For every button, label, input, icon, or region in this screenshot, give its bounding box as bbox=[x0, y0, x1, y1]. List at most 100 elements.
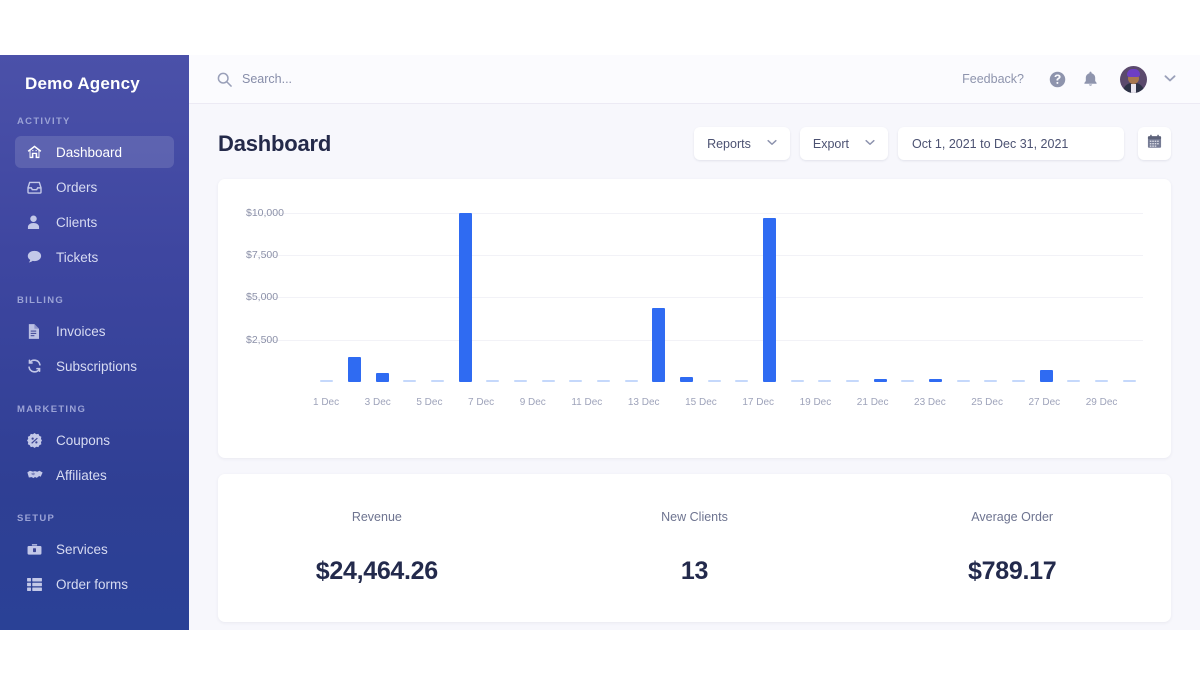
chart-bar-slot[interactable] bbox=[728, 201, 756, 382]
chart-bar-slot[interactable] bbox=[1032, 201, 1060, 382]
chart-bar-slot[interactable] bbox=[341, 201, 369, 382]
chart-bar-slot[interactable] bbox=[1005, 201, 1033, 382]
chart-bar[interactable] bbox=[569, 380, 582, 383]
chart-bar-slot[interactable] bbox=[424, 201, 452, 382]
chart-bar[interactable] bbox=[1040, 370, 1053, 382]
sidebar-item-tickets[interactable]: Tickets bbox=[15, 241, 174, 273]
chart-bar[interactable] bbox=[542, 380, 555, 383]
chart-bar[interactable] bbox=[597, 380, 610, 383]
chart-bar-slot[interactable] bbox=[645, 201, 673, 382]
chart-bar[interactable] bbox=[348, 357, 361, 382]
chart-bar-slot[interactable] bbox=[673, 201, 701, 382]
chart-bar[interactable] bbox=[652, 308, 665, 382]
chart-bar-slot[interactable] bbox=[479, 201, 507, 382]
sidebar-item-label: Clients bbox=[56, 215, 97, 230]
brand-title: Demo Agency bbox=[0, 65, 189, 94]
export-button[interactable]: Export bbox=[800, 127, 888, 160]
chart-bar[interactable] bbox=[901, 380, 914, 383]
chart-bar-slot[interactable] bbox=[700, 201, 728, 382]
chart-bar[interactable] bbox=[403, 380, 416, 383]
stat-label: New Clients bbox=[536, 510, 854, 524]
chart-x-tick-label: 25 Dec bbox=[971, 397, 1003, 408]
chart-bar-slot[interactable] bbox=[507, 201, 535, 382]
chart-bar[interactable] bbox=[514, 380, 527, 383]
stat-label: Average Order bbox=[853, 510, 1171, 524]
chart-bar[interactable] bbox=[431, 380, 444, 383]
chart-bar[interactable] bbox=[625, 380, 638, 383]
chart-bar[interactable] bbox=[1123, 380, 1136, 383]
chart-bar-slot[interactable] bbox=[783, 201, 811, 382]
chart-bar[interactable] bbox=[735, 380, 748, 383]
chart-bar-slot[interactable] bbox=[396, 201, 424, 382]
chart-x-tick-label: . bbox=[774, 397, 800, 408]
sidebar-item-order-forms[interactable]: Order forms bbox=[15, 568, 174, 600]
chart-bar-slot[interactable] bbox=[811, 201, 839, 382]
chart-bar-slot[interactable] bbox=[977, 201, 1005, 382]
chart-bar-slot[interactable] bbox=[534, 201, 562, 382]
chevron-down-icon[interactable] bbox=[1164, 70, 1176, 88]
chart-y-tick-label: $2,500 bbox=[246, 334, 278, 346]
sidebar-item-invoices[interactable]: Invoices bbox=[15, 315, 174, 347]
chart-bar[interactable] bbox=[984, 380, 997, 383]
sidebar-item-dashboard[interactable]: Dashboard bbox=[15, 136, 174, 168]
sidebar-item-label: Coupons bbox=[56, 433, 110, 448]
date-range-input[interactable]: Oct 1, 2021 to Dec 31, 2021 bbox=[898, 127, 1124, 160]
calendar-button[interactable] bbox=[1138, 127, 1171, 160]
inbox-icon bbox=[27, 179, 47, 195]
chart-bar[interactable] bbox=[791, 380, 804, 383]
chart-x-tick-label: . bbox=[1117, 397, 1143, 408]
toolbox-icon bbox=[27, 541, 47, 557]
chart-bar[interactable] bbox=[957, 380, 970, 383]
home-icon bbox=[27, 144, 47, 160]
stat-label: Revenue bbox=[218, 510, 536, 524]
chart-bar[interactable] bbox=[708, 380, 721, 383]
chart-bar[interactable] bbox=[1095, 380, 1108, 383]
feedback-link[interactable]: Feedback? bbox=[962, 72, 1024, 86]
chart-bar-slot[interactable] bbox=[866, 201, 894, 382]
chart-bar-slot[interactable] bbox=[590, 201, 618, 382]
sidebar-item-affiliates[interactable]: Affiliates bbox=[15, 459, 174, 491]
avatar[interactable] bbox=[1120, 66, 1147, 93]
chart-bar[interactable] bbox=[763, 218, 776, 382]
chart-bar-slot[interactable] bbox=[617, 201, 645, 382]
chart-bar-slot[interactable] bbox=[949, 201, 977, 382]
chart-bar[interactable] bbox=[1067, 380, 1080, 383]
chart-x-tick-label: 13 Dec bbox=[628, 397, 660, 408]
chart-bar[interactable] bbox=[818, 380, 831, 383]
chart-bar-slot[interactable] bbox=[1060, 201, 1088, 382]
chart-bar[interactable] bbox=[929, 379, 942, 382]
chart-x-axis: 1 Dec.3 Dec.5 Dec.7 Dec.9 Dec.11 Dec.13 … bbox=[313, 397, 1143, 408]
chart-bar[interactable] bbox=[320, 380, 333, 383]
reports-button[interactable]: Reports bbox=[694, 127, 790, 160]
sidebar-item-clients[interactable]: Clients bbox=[15, 206, 174, 238]
chart-bar-slot[interactable] bbox=[368, 201, 396, 382]
chart-bar-slot[interactable] bbox=[756, 201, 784, 382]
chart-x-tick-label: 29 Dec bbox=[1086, 397, 1118, 408]
chart-bar-slot[interactable] bbox=[1115, 201, 1143, 382]
chart-bar[interactable] bbox=[486, 380, 499, 383]
chart-bar[interactable] bbox=[846, 380, 859, 383]
chart-bar[interactable] bbox=[1012, 380, 1025, 383]
chart-bar-slot[interactable] bbox=[313, 201, 341, 382]
chart-bar-slot[interactable] bbox=[894, 201, 922, 382]
chart-bar-slot[interactable] bbox=[839, 201, 867, 382]
bell-icon[interactable] bbox=[1083, 71, 1098, 87]
chart-bar[interactable] bbox=[376, 373, 389, 382]
sidebar-item-orders[interactable]: Orders bbox=[15, 171, 174, 203]
badge-percent-icon bbox=[27, 432, 47, 448]
chart-y-tick-label: $10,000 bbox=[246, 207, 284, 219]
sidebar-item-subscriptions[interactable]: Subscriptions bbox=[15, 350, 174, 382]
search-input[interactable] bbox=[242, 72, 502, 86]
chart-bar-slot[interactable] bbox=[1088, 201, 1116, 382]
chart-bar[interactable] bbox=[874, 379, 887, 382]
sidebar-item-services[interactable]: Services bbox=[15, 533, 174, 565]
question-circle-icon[interactable] bbox=[1049, 71, 1066, 88]
chart-bar[interactable] bbox=[459, 213, 472, 382]
chart-bar-slot[interactable] bbox=[922, 201, 950, 382]
chart-bar[interactable] bbox=[680, 377, 693, 382]
search-container[interactable] bbox=[217, 72, 962, 87]
chart-bar-slot[interactable] bbox=[562, 201, 590, 382]
sidebar-item-coupons[interactable]: Coupons bbox=[15, 424, 174, 456]
stat-revenue: Revenue $24,464.26 bbox=[218, 510, 536, 586]
chart-bar-slot[interactable] bbox=[451, 201, 479, 382]
